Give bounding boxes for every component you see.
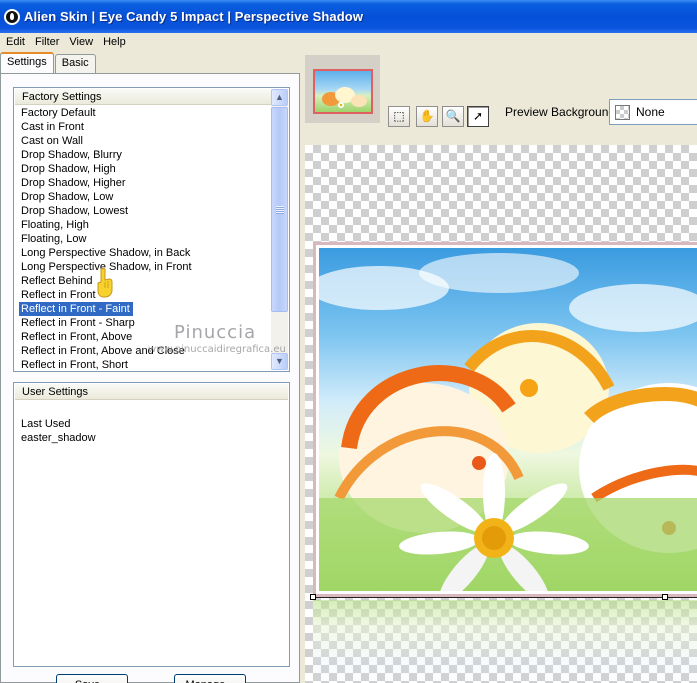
alien-skin-app-icon[interactable] — [4, 8, 20, 25]
menu-filter[interactable]: Filter — [31, 36, 65, 48]
menu-bar: Edit Filter View Help — [0, 33, 697, 51]
user-settings-list[interactable]: User Settings Last Used easter_shadow — [13, 382, 290, 667]
list-item[interactable]: easter_shadow — [19, 432, 96, 444]
reflection-shadow — [313, 600, 697, 683]
title-bar[interactable]: Alien Skin | Eye Candy 5 Impact | Perspe… — [0, 0, 697, 33]
list-item[interactable]: Floating, Low — [19, 233, 86, 245]
menu-help[interactable]: Help — [99, 36, 132, 48]
list-item[interactable]: Cast on Wall — [19, 135, 83, 147]
image-frame — [313, 242, 697, 597]
tab-settings[interactable]: Settings — [0, 52, 54, 73]
factory-settings-header: Factory Settings — [15, 89, 271, 105]
list-item[interactable]: Cast in Front — [19, 121, 84, 133]
preview-canvas[interactable] — [305, 145, 697, 683]
zoom-preview-tool-icon[interactable]: ⬚ — [388, 106, 410, 127]
list-item[interactable]: Long Perspective Shadow, in Back — [19, 247, 190, 259]
list-item[interactable]: Drop Shadow, Low — [19, 191, 113, 203]
save-button[interactable]: Save... — [56, 674, 128, 683]
window-title: Alien Skin | Eye Candy 5 Impact | Perspe… — [24, 9, 364, 24]
preview-background-value: None — [636, 105, 665, 119]
perspective-handle-right[interactable] — [662, 594, 668, 600]
navigator-thumbnail[interactable] — [313, 69, 373, 114]
list-item[interactable]: Floating, High — [19, 219, 89, 231]
list-item[interactable]: Factory Default — [19, 107, 96, 119]
transparency-swatch-icon — [615, 105, 630, 120]
easter-eggs-image — [319, 248, 697, 591]
easter-image-artwork-icon — [319, 253, 697, 591]
arrow-pointer-icon[interactable]: ➚ — [467, 106, 489, 127]
perspective-baseline[interactable] — [313, 597, 697, 598]
user-settings-header: User Settings — [15, 384, 288, 400]
preview-background-label: Preview Background: — [505, 105, 619, 119]
watermark-name: Pinuccia — [174, 322, 257, 343]
manage-button[interactable]: Manage... — [174, 674, 246, 683]
user-settings-items: Last Used easter_shadow — [19, 417, 269, 445]
grip-icon — [276, 205, 284, 214]
menu-edit[interactable]: Edit — [2, 36, 31, 48]
list-item[interactable]: Drop Shadow, Higher — [19, 177, 126, 189]
watermark-site: www.pinuccaidiregrafica.eu — [148, 344, 286, 355]
list-item[interactable]: Reflect in Front — [19, 289, 96, 301]
scroll-down-icon[interactable]: ▼ — [271, 353, 288, 370]
settings-tabs: Settings Basic — [0, 52, 97, 74]
scroll-up-icon[interactable]: ▲ — [271, 89, 288, 106]
list-item[interactable]: Reflect in Front - Sharp — [19, 317, 135, 329]
list-item[interactable]: Reflect in Front, Short — [19, 359, 128, 371]
list-item-selected[interactable]: Reflect in Front - Faint — [19, 302, 133, 316]
perspective-handle-left[interactable] — [310, 594, 316, 600]
zoom-magnifier-icon[interactable]: 🔍 — [442, 106, 464, 127]
scrollbar-thumb[interactable] — [271, 107, 288, 312]
navigator-image-icon — [322, 87, 367, 108]
list-item[interactable]: Drop Shadow, High — [19, 163, 116, 175]
menu-view[interactable]: View — [65, 36, 99, 48]
list-item[interactable]: Last Used — [19, 418, 71, 430]
list-item[interactable]: Reflect in Front, Above — [19, 331, 132, 343]
tab-basic[interactable]: Basic — [54, 54, 96, 73]
factory-list-scrollbar[interactable]: ▲ ▼ — [271, 89, 288, 370]
preview-background-select[interactable]: None — [609, 99, 697, 125]
list-item[interactable]: Drop Shadow, Lowest — [19, 205, 128, 217]
list-item[interactable]: Drop Shadow, Blurry — [19, 149, 122, 161]
pan-hand-icon[interactable]: ✋ — [416, 106, 438, 127]
list-item[interactable]: Reflect Behind — [19, 275, 93, 287]
pointing-hand-icon — [97, 268, 113, 298]
settings-panel: Factory Settings Factory Default Cast in… — [0, 73, 300, 683]
